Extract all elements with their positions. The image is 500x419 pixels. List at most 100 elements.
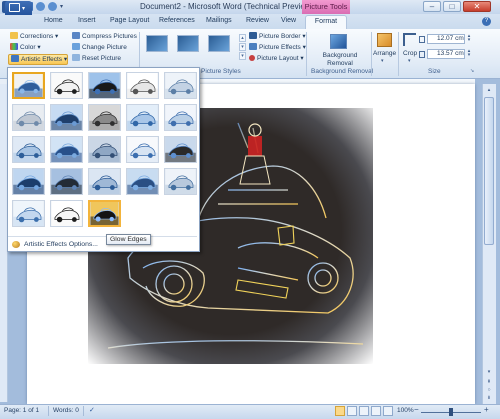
corrections-label: Corrections xyxy=(20,33,54,40)
effect-thumb-mono-dark[interactable] xyxy=(50,168,83,195)
effect-thumb-glow-edges[interactable] xyxy=(88,200,121,227)
maximize-button[interactable]: □ xyxy=(443,1,461,12)
artistic-effects-options-item[interactable]: Artistic Effects Options... xyxy=(8,239,197,250)
reset-picture-button[interactable]: Reset Picture xyxy=(72,54,121,64)
size-dialog-launcher-icon[interactable]: ↘ xyxy=(470,68,474,74)
zoom-level[interactable]: 100% xyxy=(397,407,414,414)
background-removal-icon[interactable] xyxy=(330,34,347,49)
picture-border-label: Picture Border xyxy=(259,33,301,40)
tab-home[interactable]: Home xyxy=(44,17,63,24)
color-button[interactable]: Color ▾ xyxy=(10,43,41,53)
scroll-up-button[interactable]: ▴ xyxy=(484,86,494,95)
next-page-button[interactable]: ⇟ xyxy=(484,394,494,403)
picture-border-button[interactable]: Picture Border ▾ xyxy=(249,32,306,42)
effect-thumb-photocopy[interactable] xyxy=(126,168,159,195)
height-field[interactable]: 12.07 cm xyxy=(427,34,465,44)
styles-scroll-up[interactable]: ▴ xyxy=(239,34,246,42)
vertical-scroll-thumb[interactable] xyxy=(484,97,494,245)
corrections-button[interactable]: Corrections ▾ xyxy=(10,32,58,42)
palette-icon xyxy=(10,43,18,50)
picture-effects-label: Picture Effects xyxy=(259,44,301,51)
car-thumbnail-icon xyxy=(13,169,44,194)
page-count[interactable]: Page: 1 of 1 xyxy=(4,407,39,414)
effect-thumb-bw-sketch[interactable] xyxy=(50,200,83,227)
crop-icon[interactable] xyxy=(403,33,416,46)
effect-thumb-normal[interactable] xyxy=(12,72,45,99)
width-spinner[interactable]: ▴ ▾ xyxy=(466,49,472,59)
effect-thumb-crosshatch[interactable] xyxy=(12,136,45,163)
effect-thumb-light-wash[interactable] xyxy=(164,104,197,131)
web-layout-view-button[interactable] xyxy=(359,406,369,416)
close-button[interactable]: ✕ xyxy=(463,1,491,12)
effect-thumb-outline[interactable] xyxy=(50,72,83,99)
print-layout-view-button[interactable] xyxy=(335,406,345,416)
redo-icon[interactable] xyxy=(48,2,57,11)
picture-layout-button[interactable]: Picture Layout ▾ xyxy=(249,54,304,64)
tab-mailings[interactable]: Mailings xyxy=(206,17,232,24)
styles-more-button[interactable]: ▾ xyxy=(239,52,246,60)
effect-thumb-pencil-light[interactable] xyxy=(164,72,197,99)
picture-style-thumb[interactable] xyxy=(177,35,199,52)
effect-thumb-glass[interactable] xyxy=(126,136,159,163)
car-thumbnail-icon xyxy=(89,105,120,130)
effect-thumb-paint[interactable] xyxy=(164,168,197,195)
car-thumbnail-icon xyxy=(51,73,82,98)
picture-style-thumb[interactable] xyxy=(146,35,168,52)
glow-edges-tooltip: Glow Edges xyxy=(106,234,151,245)
effect-thumb-light-blue[interactable] xyxy=(12,200,45,227)
car-thumbnail-icon xyxy=(165,105,196,130)
effect-thumb-cutout[interactable] xyxy=(12,168,45,195)
tab-format[interactable]: Format xyxy=(305,15,347,29)
draft-view-button[interactable] xyxy=(383,406,393,416)
proofing-icon[interactable]: ✓ xyxy=(89,406,98,415)
help-icon[interactable]: ? xyxy=(482,17,491,26)
compress-pictures-button[interactable]: Compress Pictures xyxy=(72,32,137,42)
customize-qat-icon[interactable]: ▾ xyxy=(60,3,63,10)
tab-review[interactable]: Review xyxy=(246,17,269,24)
effect-thumb-dark[interactable] xyxy=(88,72,121,99)
effect-thumb-blur[interactable] xyxy=(50,104,83,131)
undo-icon[interactable] xyxy=(36,2,45,11)
effect-thumb-film-grain[interactable] xyxy=(164,136,197,163)
styles-scroll-down[interactable]: ▾ xyxy=(239,43,246,51)
outline-view-button[interactable] xyxy=(371,406,381,416)
border-icon xyxy=(249,32,257,39)
crop-button[interactable]: Crop xyxy=(403,50,417,57)
color-label: Color xyxy=(20,44,36,51)
car-thumbnail-icon xyxy=(14,74,43,97)
effect-thumb-texture[interactable] xyxy=(88,168,121,195)
effect-thumb-blue-wash[interactable] xyxy=(126,104,159,131)
effect-thumb-cement[interactable] xyxy=(88,136,121,163)
minimize-button[interactable]: – xyxy=(423,1,441,12)
background-removal-group-label: Background Removal xyxy=(311,68,374,75)
width-field[interactable]: 13.57 cm xyxy=(427,49,465,59)
effect-thumb-gray[interactable] xyxy=(88,104,121,131)
zoom-in-button[interactable]: + xyxy=(484,405,489,414)
tab-page-layout[interactable]: Page Layout xyxy=(110,17,149,24)
full-screen-reading-view-button[interactable] xyxy=(347,406,357,416)
effect-thumb-sketch[interactable] xyxy=(126,72,159,99)
status-separator xyxy=(48,406,49,416)
car-thumbnail-icon xyxy=(13,137,44,162)
artistic-effects-button[interactable]: Artistic Effects ▾ xyxy=(8,54,68,65)
picture-effects-button[interactable]: Picture Effects ▾ xyxy=(249,43,306,53)
zoom-slider-thumb[interactable] xyxy=(449,408,453,416)
scroll-down-button[interactable]: ▾ xyxy=(484,368,494,377)
tab-references[interactable]: References xyxy=(159,17,195,24)
car-thumbnail-icon xyxy=(90,202,119,225)
tab-insert[interactable]: Insert xyxy=(78,17,96,24)
effect-thumb-mosaic[interactable] xyxy=(12,104,45,131)
change-picture-button[interactable]: Change Picture xyxy=(72,43,127,53)
height-spinner[interactable]: ▴ ▾ xyxy=(466,34,472,44)
car-thumbnail-icon xyxy=(51,105,82,130)
arrange-button[interactable]: Arrange xyxy=(373,50,396,57)
background-removal-button[interactable]: Background Removal xyxy=(316,52,364,68)
effect-thumb-soft[interactable] xyxy=(50,136,83,163)
tab-view[interactable]: View xyxy=(281,17,296,24)
file-tab[interactable]: ▾ xyxy=(5,1,32,15)
word-count[interactable]: Words: 0 xyxy=(53,407,79,414)
arrange-icon[interactable] xyxy=(377,33,392,47)
brush-icon xyxy=(11,55,19,62)
zoom-out-button[interactable]: − xyxy=(414,405,419,414)
picture-style-thumb[interactable] xyxy=(208,35,230,52)
